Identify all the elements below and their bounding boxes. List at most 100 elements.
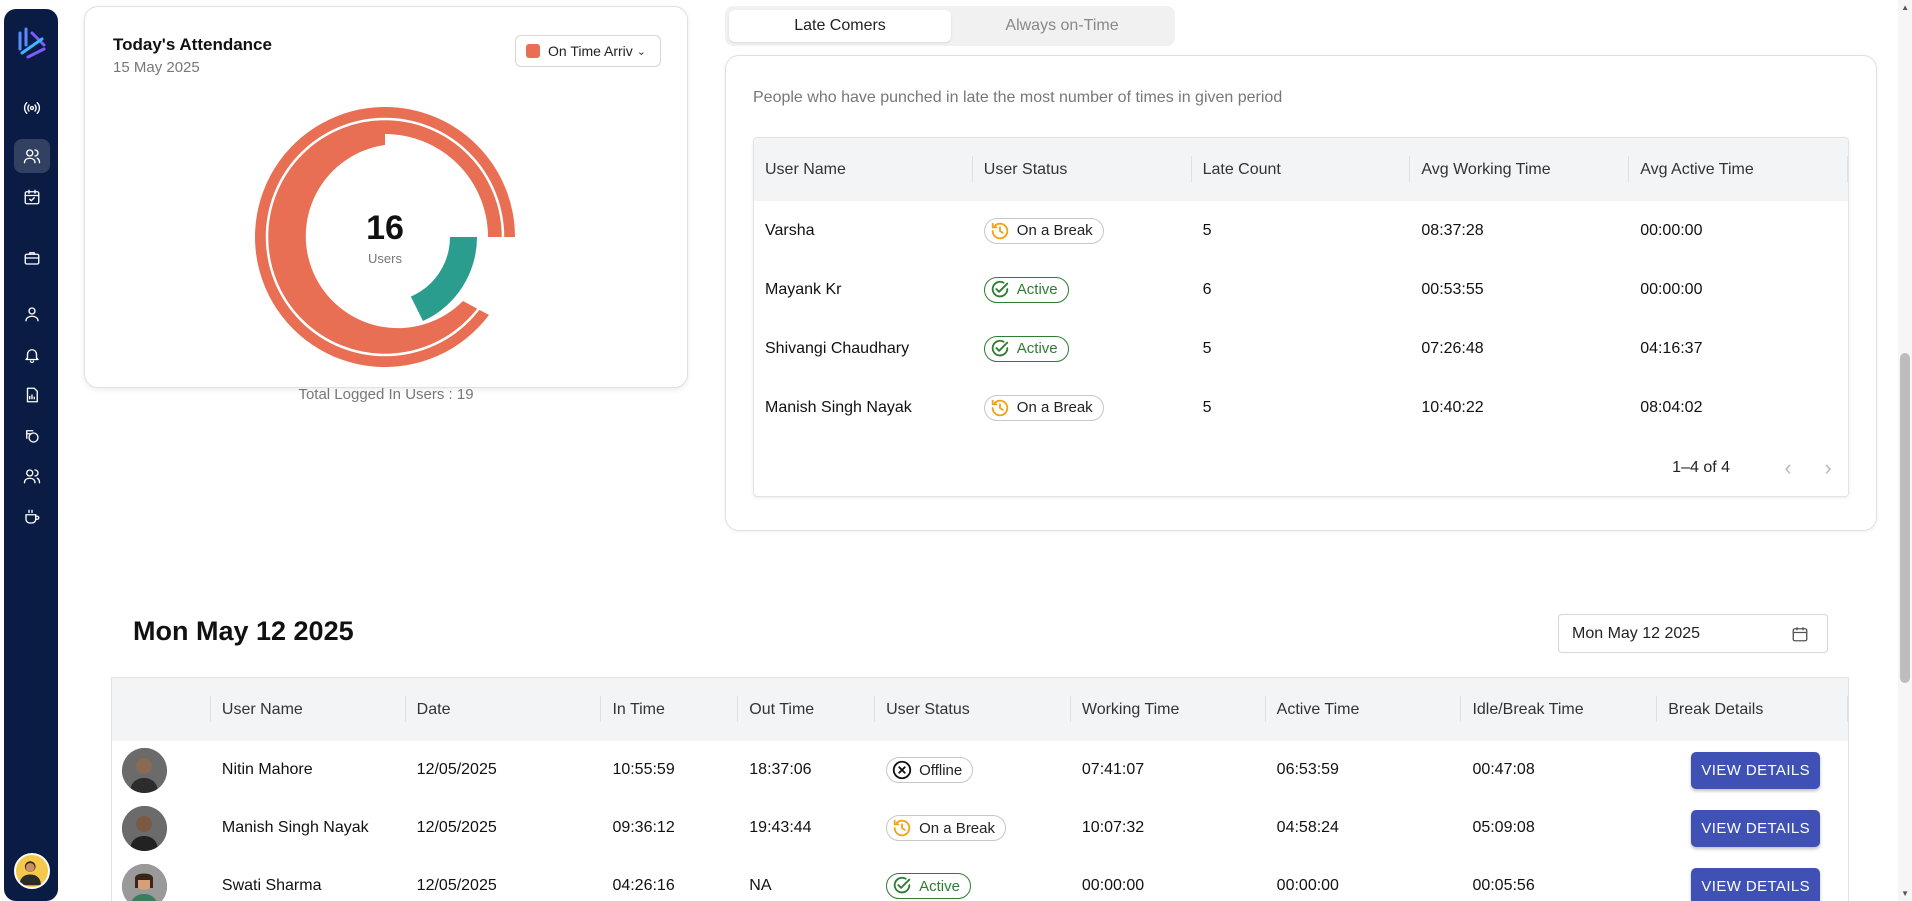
next-page-icon[interactable]: ›: [1808, 455, 1848, 481]
view-details-button[interactable]: VIEW DETAILS: [1691, 809, 1821, 847]
table-row[interactable]: Manish Singh Nayak On a Break 5 10:40:22…: [754, 378, 1848, 437]
active-time: 06:53:59: [1276, 761, 1339, 778]
prev-page-icon[interactable]: ‹: [1768, 455, 1808, 481]
column-header[interactable]: User Name: [754, 138, 973, 201]
attendance-filter-value: On Time Arriv: [548, 43, 633, 59]
table-row[interactable]: Manish Singh Nayak 12/05/2025 09:36:12 1…: [112, 799, 1848, 857]
user-name: Shivangi Chaudhary: [765, 339, 910, 357]
out-time: 18:37:06: [749, 761, 812, 778]
pagination: 1–4 of 4 ‹ ›: [1672, 440, 1848, 496]
tab-always-on-time[interactable]: Always on-Time: [951, 10, 1173, 42]
avg-active-time: 00:00:00: [1640, 221, 1703, 239]
avg-active-time: 08:04:02: [1640, 398, 1703, 416]
pagination-count: 1–4 of 4: [1672, 459, 1730, 476]
break-clock-icon: [893, 819, 911, 837]
status-badge: On a Break: [886, 815, 1006, 841]
date: 12/05/2025: [416, 761, 497, 778]
status-badge: Active: [983, 276, 1069, 303]
in-time: 09:36:12: [612, 819, 675, 836]
column-header[interactable]: Idle/Break Time: [1461, 678, 1657, 741]
avatar: [122, 805, 167, 851]
broadcast-icon[interactable]: [14, 91, 50, 125]
sidebar: [4, 9, 58, 901]
status-badge: Active: [983, 335, 1069, 362]
late-comers-table: User Name User Status Late Count Avg Wor…: [753, 137, 1849, 497]
idle-break-time: 00:47:08: [1472, 761, 1535, 778]
view-details-button[interactable]: VIEW DETAILS: [1691, 751, 1821, 789]
avg-active-time: 04:16:37: [1640, 339, 1703, 357]
date-picker[interactable]: Mon May 12 2025: [1558, 614, 1828, 653]
page-scrollbar[interactable]: ▲ ▼: [1898, 0, 1912, 901]
attendance-donut-chart: 16 Users: [254, 107, 515, 368]
column-header[interactable]: Date: [406, 678, 602, 741]
late-comers-description: People who have punched in late the most…: [753, 89, 1283, 106]
column-header[interactable]: Late Count: [1192, 138, 1411, 201]
profile-avatar[interactable]: [14, 853, 50, 889]
date-picker-value: Mon May 12 2025: [1572, 624, 1701, 642]
column-header[interactable]: Active Time: [1266, 678, 1462, 741]
column-header[interactable]: Out Time: [738, 678, 875, 741]
table-row[interactable]: Mayank Kr Active 6 00:53:55 00:00:00: [754, 260, 1848, 319]
bell-icon[interactable]: [14, 338, 50, 372]
total-logged-users: Total Logged In Users : 19: [298, 386, 474, 403]
user-name: Nitin Mahore: [221, 761, 313, 778]
scroll-down-icon[interactable]: ▼: [1901, 889, 1909, 898]
attendance-filter-select[interactable]: On Time Arriv ⌄: [515, 35, 661, 67]
donut-center-value: 16: [366, 209, 404, 247]
break-clock-icon: [991, 222, 1009, 239]
active-time: 00:00:00: [1276, 877, 1339, 894]
user-icon[interactable]: [14, 297, 50, 331]
day-title: Mon May 12 2025: [133, 616, 354, 646]
check-circle-icon: [991, 280, 1009, 297]
offline-x-icon: [892, 760, 912, 780]
view-details-button[interactable]: VIEW DETAILS: [1691, 867, 1821, 901]
table-row[interactable]: Shivangi Chaudhary Active 5 07:26:48 04:…: [754, 319, 1848, 378]
calendar-icon[interactable]: [1791, 625, 1809, 643]
attendance-details-table: User Name Date In Time Out Time User Sta…: [111, 677, 1849, 901]
idle-break-time: 05:09:08: [1472, 819, 1535, 836]
column-header[interactable]: User Name: [211, 678, 406, 741]
avatar: [122, 863, 167, 901]
break-clock-icon: [991, 399, 1009, 416]
late-count: 5: [1202, 339, 1212, 357]
status-badge: On a Break: [983, 394, 1104, 421]
chevron-down-icon: ⌄: [636, 45, 647, 58]
table-row[interactable]: Varsha On a Break 5 08:37:28 00:00:00: [754, 201, 1848, 260]
table-row[interactable]: Nitin Mahore 12/05/2025 10:55:59 18:37:0…: [112, 741, 1848, 799]
idle-break-time: 00:05:56: [1472, 877, 1535, 894]
avg-working-time: 10:40:22: [1421, 398, 1484, 416]
logo-icon[interactable]: [16, 25, 48, 61]
out-time: 19:43:44: [749, 819, 812, 836]
avg-active-time: 00:00:00: [1640, 280, 1703, 298]
avg-working-time: 08:37:28: [1421, 221, 1484, 239]
column-header[interactable]: In Time: [601, 678, 739, 741]
tab-late-comers[interactable]: Late Comers: [729, 10, 951, 42]
scroll-thumb[interactable]: [1900, 353, 1910, 683]
attendance-card: Today's Attendance 15 May 2025 On Time A…: [84, 6, 688, 388]
date: 12/05/2025: [416, 877, 497, 894]
column-header[interactable]: Avg Active Time: [1629, 138, 1848, 201]
user-name: Swati Sharma: [221, 877, 322, 894]
users-icon[interactable]: [14, 139, 50, 173]
scroll-up-icon[interactable]: ▲: [1901, 3, 1909, 12]
column-header[interactable]: Avg Working Time: [1410, 138, 1629, 201]
column-header[interactable]: User Status: [973, 138, 1192, 201]
out-time: NA: [749, 877, 772, 894]
check-circle-icon: [991, 339, 1009, 356]
column-header[interactable]: Working Time: [1071, 678, 1266, 741]
report-icon[interactable]: [14, 378, 50, 412]
active-time: 04:58:24: [1276, 819, 1339, 836]
briefcase-icon[interactable]: [14, 241, 50, 275]
team-icon[interactable]: [14, 459, 50, 493]
status-badge: Offline: [886, 757, 974, 783]
late-tabs: Late Comers Always on-Time: [725, 6, 1175, 46]
column-header[interactable]: User Status: [875, 678, 1071, 741]
coffee-icon[interactable]: [14, 500, 50, 534]
table-header: User Name User Status Late Count Avg Wor…: [754, 138, 1848, 201]
money-icon[interactable]: [14, 419, 50, 453]
in-time: 04:26:16: [612, 877, 675, 894]
calendar-icon[interactable]: [14, 180, 50, 214]
column-header[interactable]: Break Details: [1657, 678, 1848, 741]
table-header: User Name Date In Time Out Time User Sta…: [112, 678, 1848, 741]
table-row[interactable]: Swati Sharma 12/05/2025 04:26:16 NA Acti…: [112, 857, 1848, 901]
